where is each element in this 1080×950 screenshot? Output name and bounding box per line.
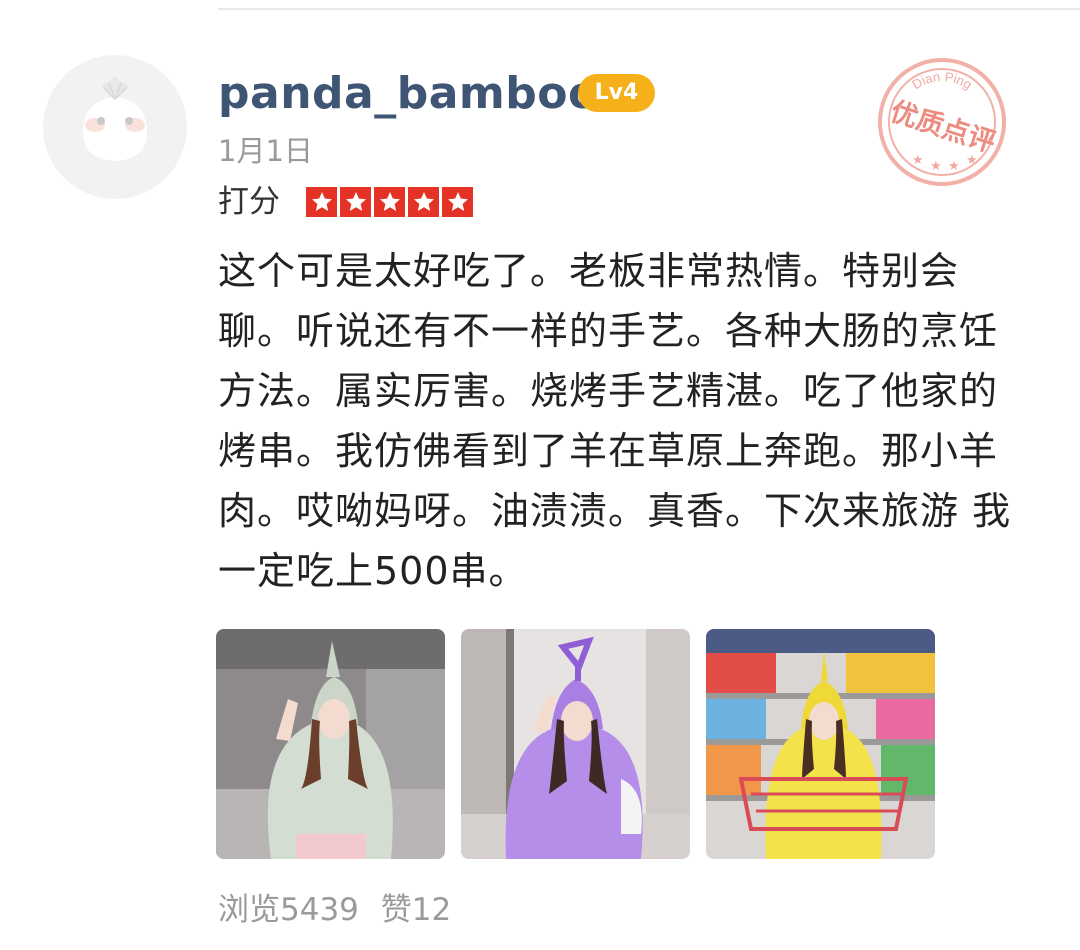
like-count[interactable]: 赞12	[381, 892, 451, 928]
top-divider	[218, 8, 1080, 10]
svg-text:★: ★	[966, 153, 978, 168]
svg-text:★: ★	[930, 159, 942, 174]
star-icon	[408, 187, 439, 217]
review-stats: 浏览5439 赞12	[218, 889, 451, 931]
username[interactable]: panda_bamboo	[218, 64, 599, 124]
review-photos	[216, 629, 935, 859]
review-photo-1[interactable]	[216, 629, 445, 859]
quality-review-stamp-icon: Dian Ping 优质点评 ★ ★ ★ ★	[872, 52, 1012, 192]
stamp-top-text: Dian Ping	[909, 69, 974, 92]
svg-text:★: ★	[948, 159, 960, 174]
rating-label: 打分	[218, 184, 280, 220]
photo-girl-green-hoodie-icon	[216, 629, 445, 859]
star-icon	[306, 187, 337, 217]
user-avatar[interactable]	[43, 55, 187, 199]
view-count: 浏览5439	[218, 892, 359, 928]
level-badge: Lv4	[578, 74, 655, 112]
review-photo-3[interactable]	[706, 629, 935, 859]
avatar-face-icon	[43, 55, 187, 199]
photo-girl-purple-hoodie-icon	[461, 629, 690, 859]
rating-stars	[306, 187, 473, 217]
photo-girl-yellow-hoodie-icon	[706, 629, 935, 859]
stamp-main-text: 优质点评	[887, 96, 999, 159]
review-body-text[interactable]: 这个可是太好吃了。老板非常热情。特别会聊。听说还有不一样的手艺。各种大肠的烹饪方…	[218, 241, 1018, 601]
star-icon	[374, 187, 405, 217]
review-photo-2[interactable]	[461, 629, 690, 859]
svg-text:★: ★	[912, 153, 924, 168]
star-icon	[340, 187, 371, 217]
review-date: 1月1日	[218, 134, 313, 168]
star-icon	[442, 187, 473, 217]
